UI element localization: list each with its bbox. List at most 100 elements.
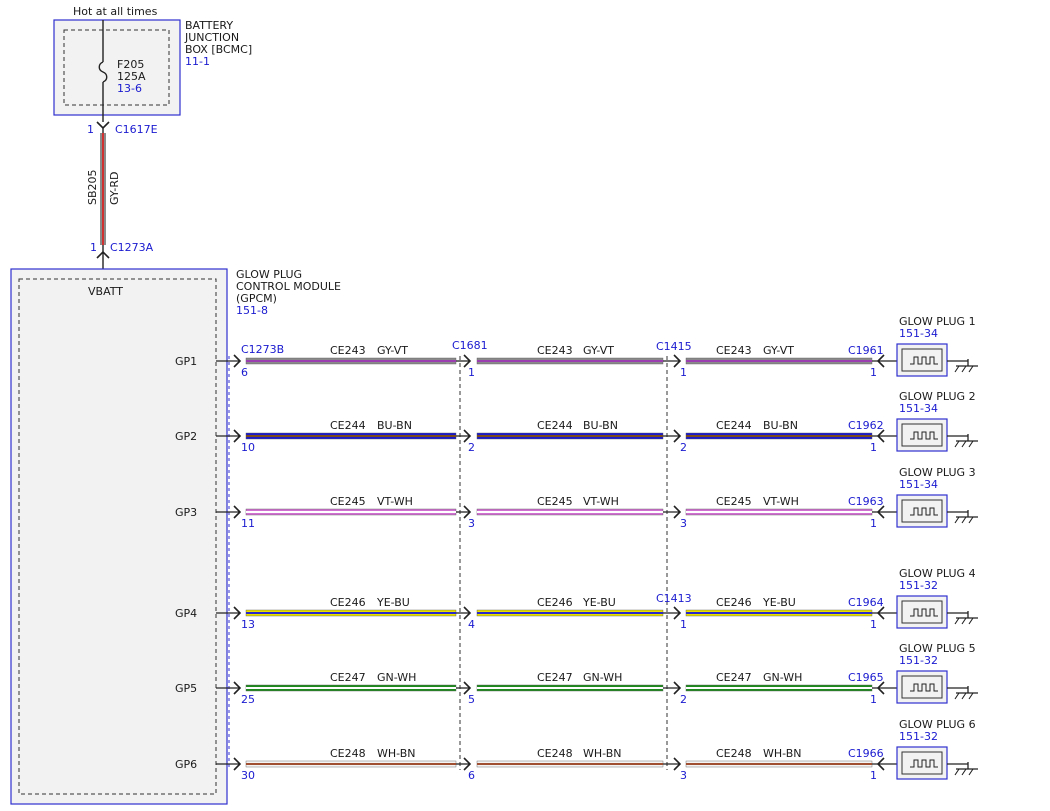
row-2-circuit-3: CE244: [716, 419, 752, 432]
row-1-gp-label: GP1: [175, 355, 197, 368]
row-3-ground-hatch-3: [968, 516, 974, 524]
wiring-diagram: Hot at all times BATTERY JUNCTION BOX [B…: [10, 5, 978, 805]
row-2-pin-b: 2: [468, 441, 475, 454]
row-2-circuit-1: CE244: [330, 419, 366, 432]
row-6-pin-b: 6: [468, 769, 475, 782]
c1617e-label: C1617E: [115, 123, 158, 136]
row-6-ground-hatch-3: [968, 768, 974, 776]
row-4-plug-connector: C1964: [848, 596, 884, 609]
row-2-plug-connector: C1962: [848, 419, 884, 432]
row-2-ground-hatch-2: [961, 440, 967, 448]
row-1-color-3: GY-VT: [763, 344, 794, 357]
row-3-circuit-2: CE245: [537, 495, 573, 508]
row-2-end-pin: 1: [870, 441, 877, 454]
row-2-plug-ref: 151-34: [899, 402, 938, 415]
row-1-ground-hatch-3: [968, 365, 974, 373]
row-4-plug-ref: 151-32: [899, 579, 938, 592]
c1273a-label: C1273A: [110, 241, 154, 254]
row-2-pin-a: 10: [241, 441, 255, 454]
gpcm-module: [10, 268, 228, 805]
row-5-color-2: GN-WH: [583, 671, 622, 684]
row-2-wire-stripe-3: [686, 435, 872, 437]
row-6-color-1: WH-BN: [377, 747, 416, 760]
gpcm-ref: 151-8: [236, 304, 268, 317]
row-3-pin-a: 11: [241, 517, 255, 530]
row-6-end-pin: 1: [870, 769, 877, 782]
row-4-ground-hatch-3: [968, 617, 974, 625]
row-4-color-3: YE-BU: [762, 596, 796, 609]
c1415-label: C1415: [656, 340, 692, 353]
row-3-wire-stripe-1: [246, 511, 456, 513]
glow-plug-circuits: GP1CE243 GY-VT CE243 GY-VT CE243 GY-VT6 1 1 1C19…: [175, 315, 978, 782]
row-3-color-1: VT-WH: [377, 495, 413, 508]
row-5-pin-b: 5: [468, 693, 475, 706]
row-1-ground-hatch-1: [954, 365, 960, 373]
sb205-circuit: SB205: [86, 169, 99, 205]
row-1-end-pin: 1: [870, 366, 877, 379]
row-4-end-pin: 1: [870, 618, 877, 631]
row-6-wire-stripe-2: [477, 763, 663, 765]
row-6-pin-c: 3: [680, 769, 687, 782]
row-1-color-2: GY-VT: [583, 344, 614, 357]
row-1-pin-c: 1: [680, 366, 687, 379]
row-1-plug-ref: 151-34: [899, 327, 938, 340]
row-2-wire-stripe-2: [477, 435, 663, 437]
row-5-ground-hatch-3: [968, 692, 974, 700]
row-5-circuit-3: CE247: [716, 671, 752, 684]
row-1-pin-a: 6: [241, 366, 248, 379]
c1413-label: C1413: [656, 592, 692, 605]
c1617e-pin: 1: [87, 123, 94, 136]
row-1-plug-connector: C1961: [848, 344, 884, 357]
fuse-ref: 13-6: [117, 82, 142, 95]
row-6-pin-a: 30: [241, 769, 255, 782]
row-5-end-pin: 1: [870, 693, 877, 706]
row-5-ground-hatch-1: [954, 692, 960, 700]
row-4-pin-a: 13: [241, 618, 255, 631]
row-1-color-1: GY-VT: [377, 344, 408, 357]
row-1-ground-hatch-2: [961, 365, 967, 373]
vbatt-label: VBATT: [88, 285, 123, 298]
row-5-circuit-1: CE247: [330, 671, 366, 684]
row-4-wire-stripe-3: [686, 612, 872, 614]
row-5-wire-stripe-1: [246, 687, 456, 689]
row-6-wire-stripe-3: [686, 763, 872, 765]
row-5-pin-c: 2: [680, 693, 687, 706]
row-1-wire-stripe-2: [477, 360, 663, 362]
row-5-plug-connector: C1965: [848, 671, 884, 684]
row-6-circuit-3: CE248: [716, 747, 752, 760]
c1681-label: C1681: [452, 339, 488, 352]
row-6-plug-ref: 151-32: [899, 730, 938, 743]
row-1-circuit-1: CE243: [330, 344, 366, 357]
row-2-pin-c: 2: [680, 441, 687, 454]
row-2-color-1: BU-BN: [377, 419, 412, 432]
row-3-color-3: VT-WH: [763, 495, 799, 508]
row-5-gp-label: GP5: [175, 682, 197, 695]
row-4-circuit-3: CE246: [716, 596, 752, 609]
row-6-ground-hatch-1: [954, 768, 960, 776]
row-6-wire-stripe-1: [246, 763, 456, 765]
row-4-wire-stripe-2: [477, 612, 663, 614]
row-6-circuit-1: CE248: [330, 747, 366, 760]
row-4-ground-hatch-1: [954, 617, 960, 625]
row-3-ground-hatch-1: [954, 516, 960, 524]
row-2-ground-hatch-3: [968, 440, 974, 448]
row-2-gp-label: GP2: [175, 430, 197, 443]
row-6-plug-connector: C1966: [848, 747, 884, 760]
row-6-circuit-2: CE248: [537, 747, 573, 760]
row-5-color-3: GN-WH: [763, 671, 802, 684]
sb205-color: GY-RD: [108, 172, 121, 205]
row-4-color-2: YE-BU: [582, 596, 616, 609]
row-4-color-1: YE-BU: [376, 596, 410, 609]
row-5-plug-ref: 151-32: [899, 654, 938, 667]
row-3-gp-label: GP3: [175, 506, 197, 519]
row-2-circuit-2: CE244: [537, 419, 573, 432]
row-5-ground-hatch-2: [961, 692, 967, 700]
row-3-plug-ref: 151-34: [899, 478, 938, 491]
hot-at-all-times-label: Hot at all times: [73, 5, 158, 18]
sb205-wire-stripe: [102, 133, 104, 245]
row-3-pin-b: 3: [468, 517, 475, 530]
row-4-ground-hatch-2: [961, 617, 967, 625]
row-3-circuit-3: CE245: [716, 495, 752, 508]
row-3-circuit-1: CE245: [330, 495, 366, 508]
row-1-circuit-3: CE243: [716, 344, 752, 357]
